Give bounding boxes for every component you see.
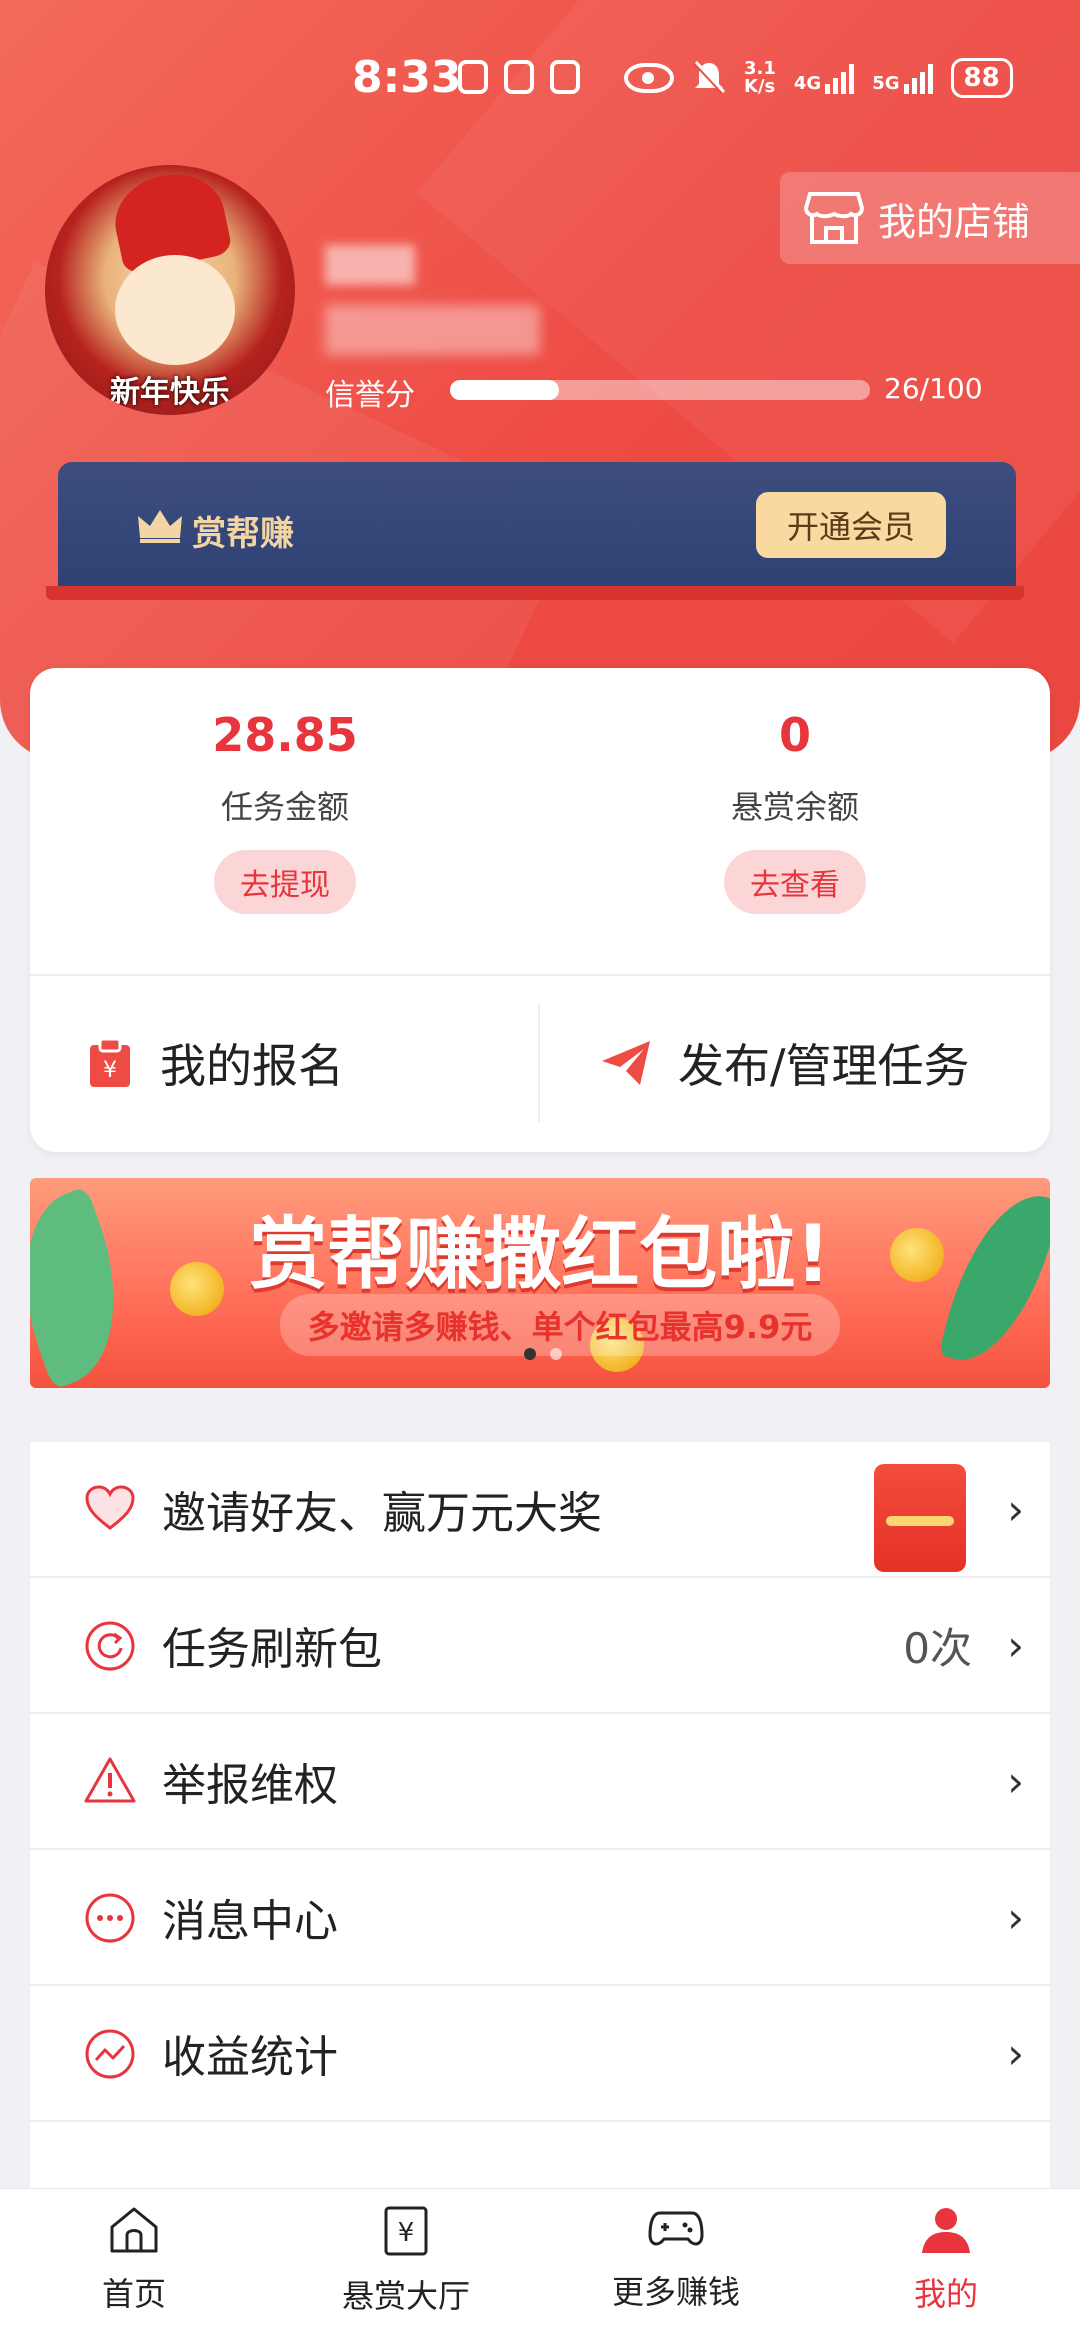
svg-text:¥: ¥ xyxy=(398,2218,415,2248)
chevron-right-icon: › xyxy=(1007,2028,1024,2078)
paper-plane-icon xyxy=(602,1041,650,1085)
menu-item-label: 消息中心 xyxy=(162,1896,338,1947)
avatar[interactable]: 新年快乐 xyxy=(45,165,295,415)
red-envelope-icon xyxy=(874,1464,966,1572)
app-notification-icon xyxy=(458,60,488,94)
status-right: 3.1 K/s 4G 5G 88 xyxy=(624,58,1013,98)
my-signups-button[interactable]: ¥ 我的报名 xyxy=(86,998,344,1128)
view-balance-button[interactable]: 去查看 xyxy=(724,850,866,914)
trend-chart-icon xyxy=(85,2029,135,2079)
credit-value: 26/100 xyxy=(884,372,983,405)
menu-item-messages[interactable]: 消息中心 › xyxy=(30,1850,1050,1986)
crown-icon xyxy=(138,510,182,543)
wallet-card: 28.85 任务金额 去提现 0 悬赏余额 去查看 ¥ 我的报名 发布/管理任务 xyxy=(30,668,1050,1152)
reward-balance-value: 0 xyxy=(778,708,811,762)
signal-4g: 4G xyxy=(793,62,855,94)
username-redacted xyxy=(325,245,415,285)
app-notification-icon xyxy=(504,60,534,94)
my-signups-label: 我的报名 xyxy=(160,1039,344,1093)
signal-bars-icon xyxy=(903,62,933,94)
menu-item-label: 邀请好友、赢万元大奖 xyxy=(162,1488,602,1539)
nav-label: 首页 xyxy=(101,2275,166,2313)
carousel-dot xyxy=(550,1348,562,1360)
reward-balance-label: 悬赏余额 xyxy=(730,788,859,826)
publish-manage-tasks-label: 发布/管理任务 xyxy=(678,1039,970,1093)
carousel-dot xyxy=(524,1348,536,1360)
divider xyxy=(538,1004,540,1122)
credit-label: 信誉分 xyxy=(325,378,415,413)
profile-page: 8:33 3.1 K/s 4G 5G 88 我的店铺 新年快乐 信誉分 26/1… xyxy=(0,0,1080,2340)
menu-item-label: 任务刷新包 xyxy=(162,1624,382,1675)
bottom-nav: 首页 ¥ 悬赏大厅 更多赚钱 我的 xyxy=(0,2188,1080,2340)
eye-comfort-icon xyxy=(624,63,674,93)
withdraw-button[interactable]: 去提现 xyxy=(214,850,356,914)
profile-header: 8:33 3.1 K/s 4G 5G 88 我的店铺 新年快乐 信誉分 26/1… xyxy=(0,0,1080,760)
menu-item-earnings-stats[interactable]: 收益统计 › xyxy=(30,1986,1050,2122)
refresh-count: 0次 xyxy=(903,1623,972,1673)
open-membership-button[interactable]: 开通会员 xyxy=(756,492,946,558)
chevron-right-icon: › xyxy=(1007,1484,1024,1534)
my-shop-button[interactable]: 我的店铺 xyxy=(780,172,1080,264)
refresh-circle-icon xyxy=(85,1621,135,1671)
heart-icon xyxy=(85,1485,135,1530)
carousel-dots xyxy=(524,1348,562,1360)
promo-subtitle: 多邀请多赚钱、单个红包最高9.9元 xyxy=(280,1294,840,1356)
menu-item-label: 收益统计 xyxy=(162,2032,338,2083)
gamepad-icon xyxy=(648,2211,704,2246)
reward-balance-block: 0 悬赏余额 去查看 xyxy=(540,708,1050,914)
clipboard-yuan-icon: ¥ xyxy=(90,1037,130,1087)
net-label: 5G xyxy=(872,73,900,94)
home-icon xyxy=(110,2207,158,2253)
signal-bars-icon xyxy=(825,62,855,94)
message-icon xyxy=(85,1893,135,1943)
my-shop-label: 我的店铺 xyxy=(878,199,1031,244)
avatar-caption: 新年快乐 xyxy=(110,375,230,410)
menu-item-refresh-pack[interactable]: 任务刷新包 0次 › xyxy=(30,1578,1050,1714)
status-bar: 8:33 3.1 K/s 4G 5G 88 xyxy=(0,52,1080,112)
chevron-right-icon: › xyxy=(1007,1756,1024,1806)
notification-icons xyxy=(458,60,580,94)
battery-indicator: 88 xyxy=(950,58,1013,98)
avatar-face xyxy=(115,255,235,365)
nav-label: 悬赏大厅 xyxy=(341,2277,470,2315)
svg-text:¥: ¥ xyxy=(103,1058,117,1083)
publish-manage-tasks-button[interactable]: 发布/管理任务 xyxy=(600,998,970,1128)
nav-me[interactable]: 我的 xyxy=(836,2205,1056,2315)
vip-banner-base xyxy=(46,586,1024,600)
net-speed: 3.1 K/s xyxy=(744,60,776,96)
chevron-right-icon: › xyxy=(1007,1620,1024,1670)
warning-icon xyxy=(84,1757,136,1803)
menu-item-report[interactable]: 举报维权 › xyxy=(30,1714,1050,1850)
net-speed-unit: K/s xyxy=(744,76,776,97)
vip-banner[interactable]: 赏帮赚 开通会员 xyxy=(58,462,1016,592)
red-packet-promo-banner[interactable]: 赏帮赚撒红包啦! 多邀请多赚钱、单个红包最高9.9元 xyxy=(30,1178,1050,1388)
app-notification-icon xyxy=(550,60,580,94)
nav-more-earning[interactable]: 更多赚钱 xyxy=(566,2205,786,2313)
nav-label: 我的 xyxy=(913,2275,978,2313)
menu-list: 邀请好友、赢万元大奖 › 任务刷新包 0次 › 举报维权 › 消息中心 › 收益… xyxy=(30,1442,1050,2202)
shop-icon xyxy=(804,192,864,244)
chevron-right-icon: › xyxy=(1007,1892,1024,1942)
user-id-redacted xyxy=(325,305,540,355)
signal-5g: 5G xyxy=(872,62,933,94)
mute-bell-icon xyxy=(693,60,726,95)
status-time: 8:33 xyxy=(352,52,462,103)
promo-title: 赏帮赚撒红包啦! xyxy=(249,1210,831,1300)
divider xyxy=(30,974,1050,976)
menu-item-invite-friends[interactable]: 邀请好友、赢万元大奖 › xyxy=(30,1442,1050,1578)
vip-title: 赏帮赚 xyxy=(192,514,294,554)
credit-progress-bar xyxy=(450,380,870,400)
nav-reward-hall[interactable]: ¥ 悬赏大厅 xyxy=(296,2205,516,2317)
task-amount-block: 28.85 任务金额 去提现 xyxy=(30,708,540,914)
person-icon xyxy=(922,2208,970,2253)
task-amount-value: 28.85 xyxy=(212,708,358,762)
credit-progress-fill xyxy=(450,380,560,400)
task-amount-label: 任务金额 xyxy=(220,788,349,826)
nav-home[interactable]: 首页 xyxy=(24,2205,244,2315)
menu-item-label: 举报维权 xyxy=(162,1760,338,1811)
nav-label: 更多赚钱 xyxy=(611,2273,740,2311)
net-label: 4G xyxy=(793,73,822,94)
yuan-document-icon: ¥ xyxy=(384,2206,428,2256)
